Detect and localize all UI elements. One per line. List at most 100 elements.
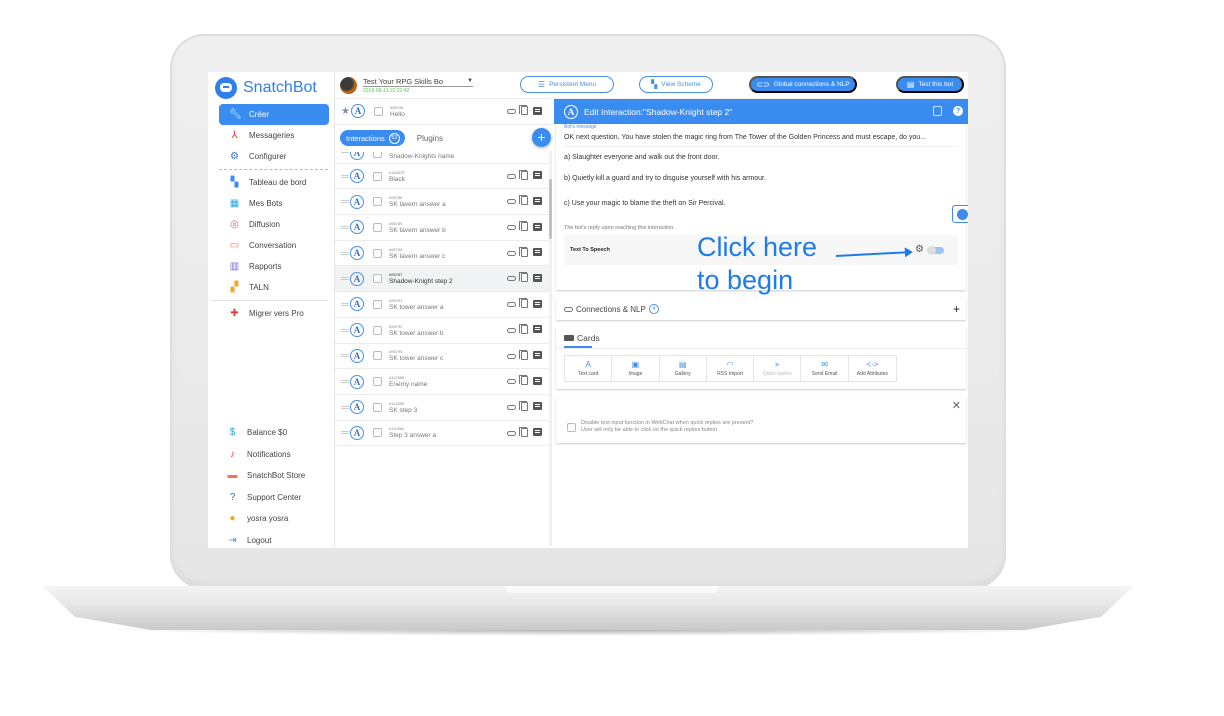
card-type-text-card[interactable]: A Text card — [565, 356, 613, 381]
sidebar-item-configurer[interactable]: ⚙ Configurer — [219, 146, 329, 167]
copy-icon[interactable] — [519, 221, 528, 232]
gear-icon[interactable]: ⚙ — [915, 245, 924, 255]
copy-icon[interactable] — [519, 426, 528, 437]
link-icon[interactable] — [507, 173, 516, 179]
sidebar-item-mes-bots[interactable]: ▦ Mes Bots — [219, 193, 329, 214]
row-checkbox[interactable] — [373, 248, 382, 258]
link-icon[interactable] — [507, 109, 516, 114]
connections-nlp-card[interactable]: Connections & NLP 4 + — [556, 298, 966, 320]
copy-icon[interactable] — [519, 323, 528, 334]
link-icon[interactable] — [507, 302, 516, 308]
cards-tab[interactable]: Cards — [556, 327, 966, 349]
expand-plus-icon[interactable]: + — [953, 302, 960, 316]
card-type-send-email[interactable]: ✉ Send Email — [801, 356, 849, 381]
list-item[interactable]: A #95788 SK tavern answer a — [335, 189, 552, 216]
copy-icon[interactable] — [519, 195, 528, 206]
copy-icon[interactable] — [519, 375, 528, 386]
row-checkbox[interactable] — [373, 197, 382, 207]
link-icon[interactable] — [507, 199, 516, 205]
copy-icon[interactable] — [519, 169, 528, 180]
row-checkbox[interactable] — [373, 171, 382, 181]
message-icon[interactable] — [533, 299, 542, 308]
row-checkbox[interactable] — [373, 402, 382, 412]
copy-icon[interactable] — [519, 246, 528, 257]
pinned-interaction[interactable]: ★ A #95796 Hello — [335, 99, 552, 125]
sidebar-item-conversation[interactable]: ▭ Conversation — [219, 235, 329, 256]
tts-toggle[interactable] — [927, 246, 944, 255]
view-scheme-button[interactable]: ▚ View Scheme — [639, 76, 713, 93]
row-checkbox[interactable] — [373, 274, 382, 284]
list-item[interactable]: A #112662 Step 3 answer a — [335, 421, 552, 447]
drag-handle-icon[interactable] — [341, 405, 349, 409]
message-icon[interactable] — [533, 222, 542, 231]
sidebar-item-support[interactable]: ? Support Center — [219, 487, 330, 509]
close-icon[interactable]: ✕ — [952, 399, 961, 412]
disable-text-input-checkbox[interactable] — [567, 423, 576, 432]
list-item[interactable]: A #95795 SK tower answer c — [335, 344, 552, 370]
sidebar-item-creer[interactable]: 🔧︎ Créer — [219, 104, 329, 125]
row-checkbox[interactable] — [373, 325, 382, 335]
copy-icon[interactable] — [519, 349, 528, 360]
drag-handle-icon[interactable] — [341, 380, 349, 384]
bot-selector[interactable]: Test Your RPG Skills Bo ▼ 2018-08-13 22:… — [363, 77, 473, 94]
message-icon[interactable] — [533, 196, 542, 205]
message-icon[interactable] — [533, 248, 542, 257]
sidebar-item-migrer-vers-pro[interactable]: ✚ Migrer vers Pro — [219, 303, 329, 324]
drag-handle-icon[interactable] — [341, 251, 349, 255]
list-item[interactable]: A Shadow-Knights name — [335, 151, 552, 164]
drag-handle-icon[interactable] — [341, 225, 349, 229]
drag-handle-icon[interactable] — [341, 151, 349, 153]
star-icon[interactable]: ★ — [341, 106, 350, 117]
row-checkbox[interactable] — [373, 299, 382, 309]
copy-icon[interactable] — [519, 272, 528, 283]
sidebar-item-user[interactable]: ● yosra yosra — [219, 508, 330, 530]
copy-icon[interactable] — [519, 298, 528, 309]
list-item[interactable]: A #95792 SK tower answer b — [335, 318, 552, 344]
sidebar-item-store[interactable]: ▬ SnatchBot Store — [219, 465, 330, 487]
drag-handle-icon[interactable] — [341, 302, 349, 306]
link-icon[interactable] — [507, 225, 516, 231]
sidebar-item-logout[interactable]: ⇥ Logout — [219, 530, 330, 549]
test-bot-button[interactable]: ▤ Test this bot — [896, 76, 964, 93]
link-icon[interactable] — [507, 250, 516, 256]
list-item[interactable]: A #95789 SK tavern answer b — [335, 215, 552, 241]
card-type-add-attributes[interactable]: <·> Add Attributes — [849, 356, 896, 381]
sidebar-item-rapports[interactable]: ▥ Rapports — [219, 256, 329, 277]
list-scrollbar[interactable] — [549, 151, 552, 546]
card-type-image[interactable]: ▣ Image — [612, 356, 660, 381]
sidebar-item-diffusion[interactable]: ◎ Diffusion — [219, 214, 329, 235]
message-icon[interactable] — [533, 376, 542, 385]
list-item[interactable]: A #112556 Enemy name — [335, 369, 552, 395]
tab-plugins[interactable]: Plugins — [417, 134, 443, 143]
sidebar-item-tableau-de-bord[interactable]: ▚ Tableau de bord — [219, 172, 329, 193]
message-icon[interactable] — [533, 351, 542, 359]
sidebar-item-taln[interactable]: ▞ TALN — [219, 277, 329, 298]
link-icon[interactable] — [507, 404, 516, 410]
global-connections-button[interactable]: ⊂⊃ Global connections & NLP — [749, 76, 857, 93]
copy-icon[interactable] — [519, 400, 528, 411]
message-icon[interactable] — [533, 106, 542, 115]
card-type-rss-import[interactable]: ◠ RSS Import — [707, 356, 755, 381]
message-line[interactable]: c) Use your magic to blame the theft on … — [564, 197, 958, 222]
scroll-thumb[interactable] — [549, 179, 552, 239]
tab-interactions[interactable]: Interactions 53 — [340, 130, 405, 147]
persistent-menu-button[interactable]: ☰ Persistent Menu — [520, 76, 614, 93]
sidebar-item-messageries[interactable]: ⅄ Messageries — [219, 125, 329, 146]
row-checkbox[interactable] — [373, 428, 382, 438]
drag-handle-icon[interactable] — [341, 200, 349, 204]
drag-handle-icon[interactable] — [341, 354, 349, 358]
row-checkbox[interactable] — [374, 106, 383, 116]
copy-icon[interactable] — [933, 106, 942, 116]
message-icon[interactable] — [533, 325, 542, 334]
row-checkbox[interactable] — [373, 151, 382, 158]
drag-handle-icon[interactable] — [341, 174, 349, 178]
list-item[interactable]: A #112555 SK step 3 — [335, 395, 552, 421]
link-icon[interactable] — [507, 276, 516, 282]
message-icon[interactable] — [533, 171, 542, 180]
link-icon[interactable] — [507, 379, 516, 385]
copy-icon[interactable] — [519, 105, 528, 115]
message-icon[interactable] — [533, 428, 542, 437]
drag-handle-icon[interactable] — [341, 328, 349, 332]
globe-icon[interactable] — [952, 205, 968, 223]
message-line[interactable]: a) Slaughter everyone and walk out the f… — [564, 147, 958, 172]
